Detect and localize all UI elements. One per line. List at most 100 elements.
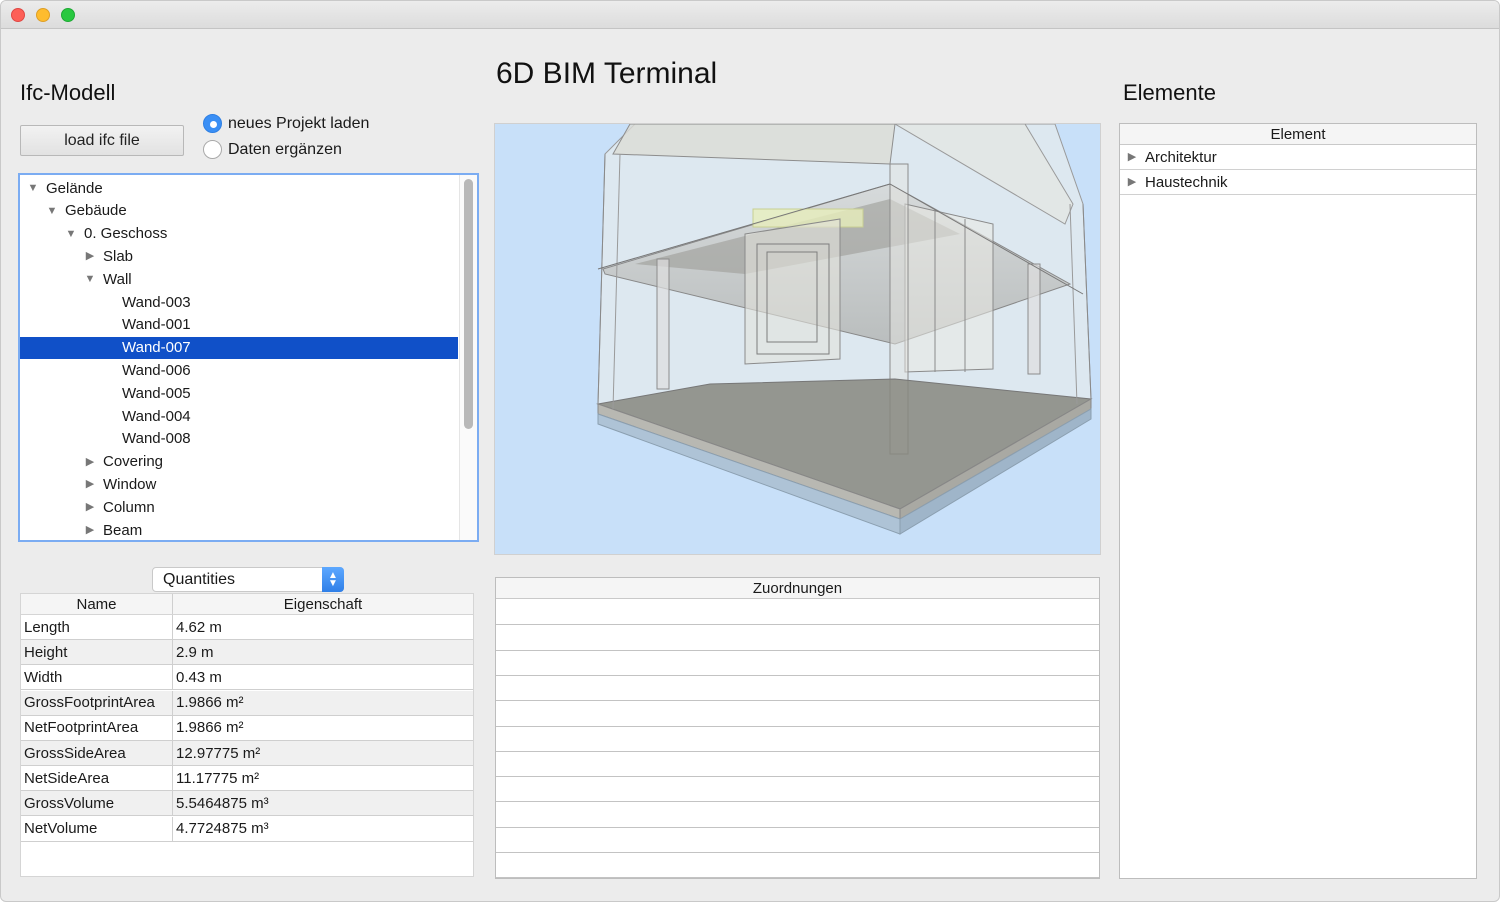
assignment-row-divider xyxy=(496,852,1099,853)
triangle-right-icon[interactable]: ▶ xyxy=(83,477,97,491)
tree-item-label: Gelände xyxy=(46,179,103,197)
tree-item-label: Wand-007 xyxy=(122,339,191,357)
tree-item[interactable]: ▼ Gebäude xyxy=(20,200,458,222)
tree-item-label: Wand-005 xyxy=(122,384,191,402)
tree-item-label: Covering xyxy=(103,453,164,471)
table-row[interactable]: NetSideArea 11.17775 m² xyxy=(21,766,473,792)
triangle-down-icon[interactable]: ▼ xyxy=(83,272,97,286)
ifc-tree[interactable]: ▼ Gelände ▼ Gebäude ▼ 0. Geschoss ▶ Slab ▼ Wall Wa… xyxy=(18,173,479,542)
tree-item[interactable]: Wand-001 xyxy=(20,314,458,336)
tree-item[interactable]: Wand-003 xyxy=(20,291,458,313)
tree-item[interactable]: ▶ Window xyxy=(20,473,458,495)
table-row[interactable]: NetVolume 4.7724875 m³ xyxy=(21,816,473,842)
quantities-table: Name Eigenschaft Length 4.62 m Height 2.9 m… xyxy=(20,593,474,877)
quantity-value-cell: 12.97775 m² xyxy=(176,744,261,762)
tree-item[interactable]: ▼ Gelände xyxy=(20,177,458,199)
assignment-row-divider xyxy=(496,776,1099,778)
tree-item-label: Wand-006 xyxy=(122,361,191,379)
element-item[interactable]: ▶ Haustechnik xyxy=(1120,170,1476,195)
triangle-down-icon[interactable]: ▼ xyxy=(64,227,78,241)
quantity-name-cell: NetVolume xyxy=(21,816,173,841)
quantity-select[interactable]: Quantities ▲ ▼ xyxy=(152,567,344,592)
radio-add-data[interactable]: Daten ergänzen xyxy=(203,140,342,159)
quantities-header: Name Eigenschaft xyxy=(21,594,473,615)
triangle-right-icon[interactable]: ▶ xyxy=(1125,150,1139,164)
table-row[interactable]: GrossVolume 5.5464875 m³ xyxy=(21,791,473,817)
quantity-value-cell: 11.17775 m² xyxy=(176,769,260,787)
radio-on-icon[interactable] xyxy=(203,114,222,133)
tree-item[interactable]: Wand-004 xyxy=(20,405,458,427)
triangle-right-icon[interactable]: ▶ xyxy=(83,500,97,514)
title-bar xyxy=(1,1,1499,29)
assignment-row-divider xyxy=(496,649,1099,651)
triangle-down-icon[interactable]: ▼ xyxy=(45,204,59,218)
assignments-table: Zuordnungen xyxy=(495,577,1100,879)
tree-item-label: Gebäude xyxy=(65,202,127,220)
ifc-model-title: Ifc-Modell xyxy=(20,80,116,105)
tree-item[interactable]: ▶ Slab xyxy=(20,245,458,267)
tree-item[interactable]: Wand-007 xyxy=(20,336,458,359)
tree-item[interactable]: Wand-008 xyxy=(20,428,458,450)
tree-item[interactable]: ▶ Covering xyxy=(20,451,458,473)
element-header[interactable]: Element xyxy=(1120,124,1476,145)
assignment-row-divider xyxy=(496,700,1099,702)
table-row[interactable]: Height 2.9 m xyxy=(21,640,473,666)
table-row[interactable]: GrossSideArea 12.97775 m² xyxy=(21,741,473,766)
tree-item[interactable]: Wand-006 xyxy=(20,359,458,381)
3d-model-viewer[interactable] xyxy=(494,123,1101,555)
maximize-window-button[interactable] xyxy=(61,8,75,22)
radio-off-icon[interactable] xyxy=(203,140,222,159)
tree-item-label: Beam xyxy=(103,521,143,539)
tree-item[interactable]: ▼ Wall xyxy=(20,268,458,290)
assignment-row-divider xyxy=(496,674,1099,676)
element-item-label: Architektur xyxy=(1145,148,1217,166)
tree-item[interactable]: ▶ Beam xyxy=(20,519,458,540)
elements-tree[interactable]: Element ▶ Architektur ▶ Haustechnik xyxy=(1119,123,1477,879)
element-item-label: Haustechnik xyxy=(1145,173,1228,191)
radio-new-project[interactable]: neues Projekt laden xyxy=(203,114,369,133)
assignment-row-divider xyxy=(496,877,1099,878)
element-item[interactable]: ▶ Architektur xyxy=(1120,145,1476,170)
load-ifc-button[interactable]: load ifc file xyxy=(20,125,184,156)
assignment-row-divider xyxy=(496,725,1099,727)
table-row[interactable]: GrossFootprintArea 1.9866 m² xyxy=(21,690,473,716)
triangle-down-icon[interactable]: ▼ xyxy=(26,181,40,195)
triangle-right-icon[interactable]: ▶ xyxy=(83,455,97,469)
quantity-select-value: Quantities xyxy=(163,570,236,588)
triangle-right-icon[interactable]: ▶ xyxy=(83,249,97,263)
col-header-property[interactable]: Eigenschaft xyxy=(173,594,473,614)
quantity-name-cell: NetFootprintArea xyxy=(21,715,173,740)
assignment-row-divider xyxy=(496,750,1099,752)
tree-item[interactable]: Wand-005 xyxy=(20,382,458,404)
tree-scrollbar-track[interactable] xyxy=(459,175,477,540)
triangle-right-icon[interactable]: ▶ xyxy=(1125,175,1139,189)
updown-chevron-icon[interactable]: ▲ ▼ xyxy=(322,567,344,592)
triangle-right-icon[interactable]: ▶ xyxy=(83,523,97,537)
tree-item[interactable]: ▼ 0. Geschoss xyxy=(20,223,458,245)
tree-item-label: Column xyxy=(103,498,155,516)
table-row[interactable]: Length 4.62 m xyxy=(21,615,473,640)
tree-item-label: Slab xyxy=(103,247,134,265)
tree-scrollbar-thumb[interactable] xyxy=(464,179,473,429)
assignment-row-divider xyxy=(496,801,1099,803)
close-window-button[interactable] xyxy=(11,8,25,22)
quantity-name-cell: NetSideArea xyxy=(21,766,173,791)
assignments-header[interactable]: Zuordnungen xyxy=(496,578,1099,599)
app-window: Ifc-Modell load ifc file neues Projekt l… xyxy=(0,0,1500,902)
elements-title: Elemente xyxy=(1123,80,1216,105)
table-row[interactable]: NetFootprintArea 1.9866 m² xyxy=(21,715,473,741)
radio-add-data-label: Daten ergänzen xyxy=(228,140,342,158)
quantity-value-cell: 5.5464875 m³ xyxy=(176,794,269,812)
tree-item-label: Wand-003 xyxy=(122,293,191,311)
quantity-name-cell: GrossFootprintArea xyxy=(21,690,173,715)
quantity-name-cell: Width xyxy=(21,665,173,690)
tree-item-label: Wall xyxy=(103,270,132,288)
minimize-window-button[interactable] xyxy=(36,8,50,22)
table-row[interactable]: Width 0.43 m xyxy=(21,665,473,691)
quantity-value-cell: 1.9866 m² xyxy=(176,694,244,712)
col-header-name[interactable]: Name xyxy=(21,594,173,614)
tree-item[interactable]: ▶ Column xyxy=(20,496,458,518)
